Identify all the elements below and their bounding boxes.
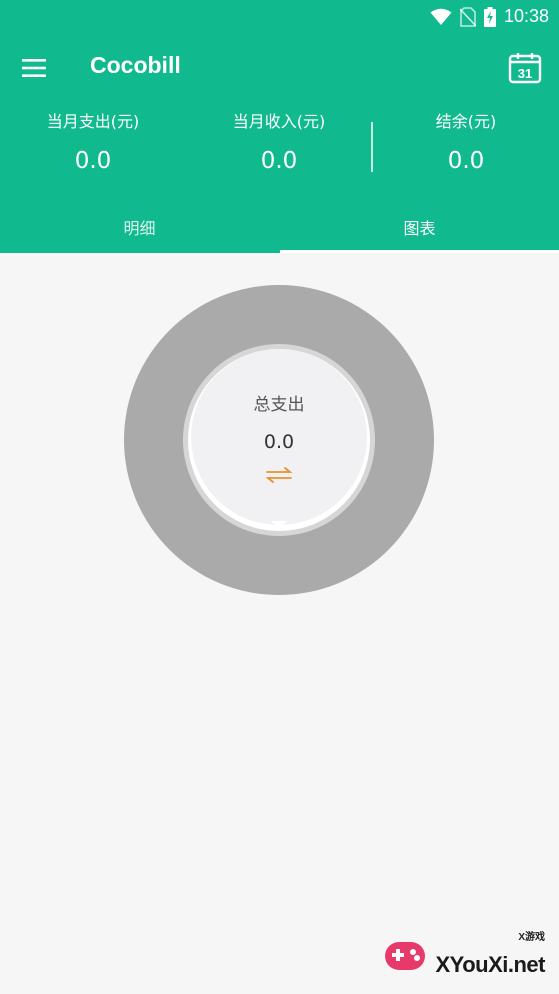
- watermark-badge: X游戏: [518, 932, 545, 943]
- app-title: Cocobill: [90, 52, 181, 78]
- expense-summary: 当月支出(元) 0.0: [8, 108, 178, 174]
- chart-area: 总支出 0.0: [0, 253, 559, 994]
- total-expense-label: 总支出: [253, 395, 305, 415]
- header: 10:38 Cocobill 31 当月支出(元) 0.0 当月收入(元) 0.…: [0, 0, 559, 253]
- balance-value: 0.0: [447, 148, 485, 174]
- balance-label: 结余(元): [435, 112, 497, 131]
- chart-center-info: 总支出 0.0: [194, 390, 364, 488]
- calendar-day-text: 31: [518, 66, 532, 81]
- expense-donut-chart[interactable]: [0, 253, 559, 994]
- calendar-icon: 31: [508, 53, 542, 84]
- hamburger-menu-icon: [22, 59, 46, 77]
- menu-button[interactable]: [14, 48, 54, 88]
- gamepad-logo-icon: [385, 942, 425, 970]
- income-summary: 当月收入(元) 0.0: [194, 108, 364, 174]
- wifi-icon: [430, 8, 452, 25]
- tab-details[interactable]: 明细: [0, 200, 279, 253]
- summary-divider: [371, 122, 373, 172]
- watermark-text: XYouXi.net: [435, 952, 546, 977]
- total-expense-value: 0.0: [263, 431, 295, 453]
- expense-value: 0.0: [74, 148, 112, 174]
- calendar-button[interactable]: 31: [505, 48, 545, 88]
- status-bar: 10:38: [0, 0, 559, 36]
- status-icons: 10:38: [430, 6, 549, 27]
- tab-bar: 明细 图表: [0, 200, 559, 253]
- monthly-summary: 当月支出(元) 0.0 当月收入(元) 0.0 结余(元) 0.0: [0, 108, 559, 188]
- swap-arrows-icon: [265, 467, 293, 483]
- swap-type-button[interactable]: [263, 463, 295, 487]
- watermark: X游戏 XYouXi.net: [383, 928, 553, 984]
- no-sim-icon: [459, 6, 476, 27]
- balance-summary: 结余(元) 0.0: [381, 108, 551, 174]
- tab-charts[interactable]: 图表: [280, 200, 559, 253]
- battery-charging-icon: [483, 6, 496, 27]
- expense-label: 当月支出(元): [46, 112, 140, 131]
- income-value: 0.0: [260, 148, 298, 174]
- income-label: 当月收入(元): [232, 112, 326, 131]
- toolbar: Cocobill 31: [0, 36, 559, 100]
- app-screen: 10:38 Cocobill 31 当月支出(元) 0.0 当月收入(元) 0.…: [0, 0, 559, 994]
- status-time: 10:38: [503, 6, 549, 26]
